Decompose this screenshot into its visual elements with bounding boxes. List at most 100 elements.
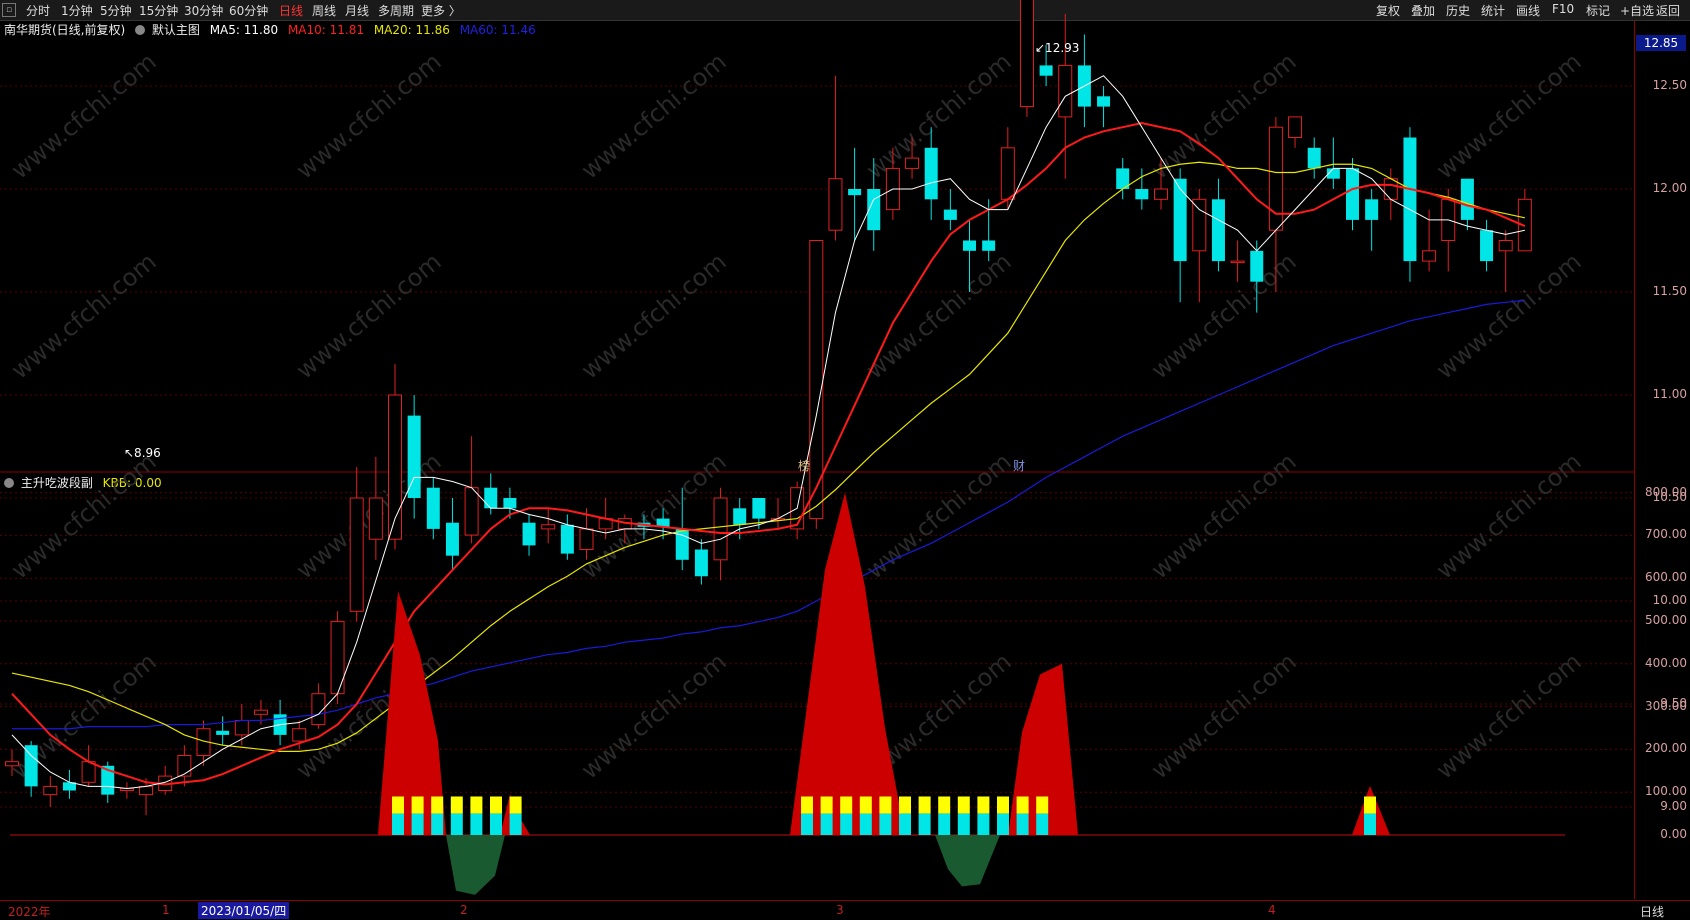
- candle-body-up: [1154, 188, 1168, 200]
- sub-tick: 600.00: [1645, 570, 1687, 585]
- signal-bar-cyan: [997, 813, 1009, 835]
- candle-body-down: [752, 498, 766, 519]
- signal-bar-yellow: [1364, 796, 1376, 814]
- signal-bar-yellow: [450, 796, 463, 814]
- candle-body-down: [24, 745, 38, 787]
- time-axis: 2022年 1 2023/01/05/四 2 3 4 日线: [0, 900, 1690, 920]
- month-label-4: 4: [1268, 903, 1276, 917]
- watermark-text: www.cfchi.com: [1146, 647, 1302, 784]
- candle-body-up: [1192, 198, 1207, 252]
- signal-bar-yellow: [879, 796, 892, 814]
- signal-bar-yellow: [431, 796, 444, 814]
- candle-body-up: [1288, 116, 1303, 139]
- price-tick: 9.00: [1660, 799, 1687, 813]
- signal-bar-cyan: [490, 813, 502, 835]
- candle-body-up: [1000, 147, 1015, 200]
- candle-body-up: [541, 524, 556, 530]
- signal-bar-yellow: [820, 796, 833, 814]
- sub-tick: 100.00: [1645, 784, 1687, 799]
- signal-bar-yellow: [490, 796, 502, 814]
- candle-body-down: [1250, 250, 1264, 282]
- candle-body-up: [828, 178, 843, 231]
- signal-bar-yellow: [411, 796, 424, 814]
- signal-bar-yellow: [392, 796, 404, 814]
- sub-tick: 200.00: [1645, 741, 1687, 756]
- candle-body-up: [43, 785, 58, 796]
- candle-body-down: [216, 730, 230, 735]
- candle-body-down: [1460, 178, 1474, 220]
- signal-bar-cyan: [392, 813, 404, 835]
- candle-body-down: [1307, 147, 1321, 169]
- signal-bar-cyan: [1036, 813, 1049, 835]
- watermark-text: www.cfchi.com: [6, 447, 162, 584]
- signal-bar-cyan: [840, 813, 853, 835]
- candle-body-up: [177, 755, 192, 777]
- signal-bar-yellow: [801, 796, 813, 814]
- signal-bar-cyan: [801, 813, 813, 835]
- signal-bar-cyan: [938, 813, 951, 835]
- candle-body-up: [464, 487, 479, 536]
- signal-bar-cyan: [450, 813, 463, 835]
- candle-body-up: [1498, 240, 1513, 252]
- candle-body-up: [1058, 64, 1073, 118]
- green-wave-area: [935, 835, 1000, 887]
- signal-bar-cyan: [820, 813, 833, 835]
- signal-bar-yellow: [918, 796, 931, 814]
- signal-bar-yellow: [840, 796, 853, 814]
- signal-bar-yellow: [1016, 796, 1029, 814]
- watermark-text: www.cfchi.com: [291, 47, 447, 184]
- candle-body-down: [733, 508, 747, 525]
- candle-body-up: [349, 497, 364, 612]
- signal-bar-yellow: [899, 796, 911, 814]
- chart-canvas[interactable]: www.cfchi.com www.cfchi.com www.cfchi.com w…: [0, 0, 1634, 900]
- candle-body-up: [1230, 260, 1245, 264]
- candle-body-up: [1268, 126, 1283, 231]
- signal-bar-yellow: [997, 796, 1009, 814]
- sub-tick: 700.00: [1645, 527, 1687, 542]
- price-tick: 11.50: [1652, 284, 1687, 298]
- candle-body-down: [924, 147, 938, 200]
- watermark-text: www.cfchi.com: [576, 447, 732, 584]
- candle-body-up: [1019, 0, 1034, 108]
- function-button-8[interactable]: 返回: [1656, 2, 1680, 19]
- candle-body-down: [1039, 65, 1053, 76]
- watermark-text: www.cfchi.com: [861, 47, 1017, 184]
- signal-bar-cyan: [879, 813, 892, 835]
- candle-body-up: [81, 761, 96, 783]
- high-price-label: ↙12.93: [1035, 41, 1079, 55]
- candle-body-up: [292, 728, 307, 742]
- candle-body-down: [484, 487, 498, 509]
- sub-tick: 300.00: [1645, 698, 1687, 713]
- signal-bar-yellow: [470, 796, 483, 814]
- candle-body-up: [713, 497, 728, 561]
- candle-body-down: [963, 240, 976, 251]
- signal-bar-yellow: [938, 796, 951, 814]
- watermark-text: www.cfchi.com: [1146, 447, 1302, 584]
- period-label[interactable]: 日线: [1640, 903, 1664, 920]
- candle-body-down: [675, 528, 689, 560]
- year-label: 2022年: [8, 905, 51, 919]
- ma10-line: [11, 122, 1526, 786]
- watermark-text: www.cfchi.com: [1431, 47, 1587, 184]
- signal-bar-cyan: [431, 813, 444, 835]
- candle-body-up: [368, 497, 383, 540]
- watermark-text: www.cfchi.com: [291, 447, 447, 584]
- candle-body-down: [694, 549, 708, 577]
- signal-bar-cyan: [411, 813, 424, 835]
- signal-bar-cyan: [899, 813, 911, 835]
- price-tick: 12.50: [1652, 78, 1687, 92]
- watermark-text: www.cfchi.com: [1431, 447, 1587, 584]
- candle-body-down: [522, 522, 536, 546]
- candle-body-down: [503, 498, 517, 509]
- sub-tick: 400.00: [1645, 655, 1687, 670]
- candle-body-up: [1422, 250, 1437, 262]
- marker-bang: 榜: [798, 458, 810, 473]
- watermark-text: www.cfchi.com: [576, 647, 732, 784]
- signal-bar-yellow: [977, 796, 990, 814]
- signal-bar-cyan: [470, 813, 483, 835]
- watermark-text: www.cfchi.com: [1431, 247, 1587, 384]
- watermark-text: www.cfchi.com: [1431, 647, 1587, 784]
- signal-bar-cyan: [918, 813, 931, 835]
- candle-body-down: [1211, 199, 1225, 262]
- watermark-text: www.cfchi.com: [861, 247, 1017, 384]
